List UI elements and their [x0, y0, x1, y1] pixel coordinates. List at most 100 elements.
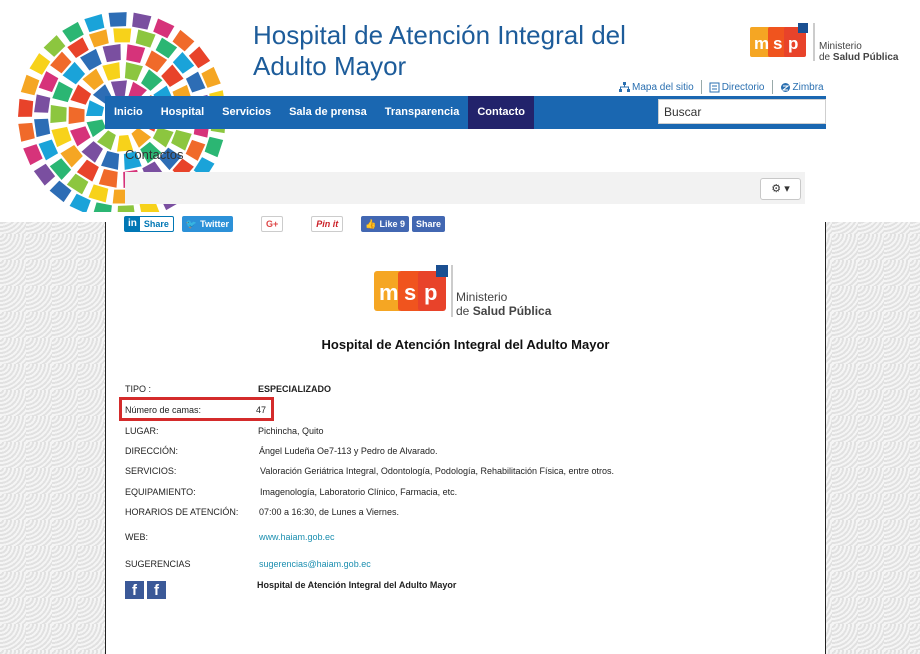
sunburst-segment: [98, 169, 118, 188]
sunburst-segment: [70, 126, 91, 147]
settings-dropdown-button[interactable]: ⚙ ▾: [760, 178, 801, 200]
hospital-name-heading[interactable]: Hospital de Atención Integral del Adulto…: [253, 20, 733, 82]
sunburst-segment: [204, 136, 224, 158]
facebook-share-button[interactable]: Share: [411, 216, 445, 232]
facebook-like-button[interactable]: 👍 Like 9: [361, 216, 409, 232]
sunburst-segment: [50, 105, 67, 124]
sunburst-segment: [51, 126, 72, 148]
nav-item-sala-de-prensa[interactable]: Sala de prensa: [280, 96, 376, 129]
nav-item-hospital[interactable]: Hospital: [152, 96, 213, 129]
sunburst-segment: [201, 66, 221, 88]
info-value-servicios: Valoración Geriátrica Integral, Odontolo…: [260, 466, 615, 476]
sunburst-segment: [68, 106, 85, 125]
sunburst-segment: [135, 29, 156, 48]
ministerio-salud-publica-logo[interactable]: m s p Ministerio de Salud Pública: [750, 21, 912, 65]
email-link[interactable]: sugerencias@haiam.gob.ec: [259, 559, 371, 569]
info-value-direccion: Ángel Ludeña Oe7-113 y Pedro de Alvarado…: [259, 446, 438, 456]
sunburst-segment: [102, 44, 121, 63]
ministry-line2-large: de Salud Pública: [456, 304, 552, 318]
info-value-equipamiento: Imagenología, Laboratorio Clínico, Farma…: [260, 487, 458, 497]
sunburst-segment: [93, 202, 112, 212]
sunburst-segment: [70, 84, 92, 105]
site-header: Hospital de Atención Integral del Adulto…: [0, 0, 920, 222]
sunburst-segment: [82, 68, 104, 91]
sunburst-segment: [124, 62, 143, 81]
svg-text:p: p: [424, 280, 437, 305]
info-label-lugar: LUGAR:: [125, 426, 159, 436]
page-title: Contactos: [125, 147, 184, 162]
ministerio-salud-publica-logo-large: m s p Ministerio de Salud Pública: [374, 265, 552, 318]
sunburst-segment: [88, 29, 109, 48]
sunburst-segment: [86, 100, 105, 116]
svg-text:m: m: [754, 34, 769, 53]
sunburst-segment: [34, 118, 51, 138]
info-label-sugerencias: SUGERENCIAS: [125, 559, 191, 569]
utility-links: Mapa del sitio Directorio Zimbra: [612, 80, 831, 94]
sunburst-segment: [69, 193, 91, 212]
pinterest-button[interactable]: Pin it: [311, 216, 344, 232]
sunburst-segment: [141, 69, 163, 91]
info-label-tipo: TIPO :: [125, 384, 152, 394]
twitter-icon: 🐦: [185, 218, 198, 229]
sunburst-segment: [153, 18, 175, 39]
sunburst-segment: [113, 28, 132, 43]
nav-item-inicio[interactable]: Inicio: [105, 96, 152, 129]
info-label-horarios: HORARIOS DE ATENCIÓN:: [125, 507, 239, 517]
zimbra-icon: [780, 82, 790, 92]
info-value-tipo: ESPECIALIZADO: [258, 384, 332, 394]
info-label-direccion: DIRECCIÓN:: [125, 446, 179, 456]
thumbs-up-icon: 👍: [365, 218, 377, 229]
sunburst-segment: [110, 80, 127, 97]
info-label-web: WEB:: [125, 532, 149, 542]
sunburst-segment: [101, 151, 120, 170]
facebook-icon[interactable]: f: [125, 581, 144, 599]
sitemap-link-label: Mapa del sitio: [632, 81, 694, 93]
ministry-line1: Ministerio: [819, 41, 862, 52]
zimbra-link[interactable]: Zimbra: [771, 80, 831, 94]
svg-text:s: s: [404, 280, 416, 305]
facebook-icon[interactable]: f: [147, 581, 166, 599]
zimbra-link-label: Zimbra: [792, 81, 824, 93]
info-label-servicios: SERVICIOS:: [125, 466, 177, 476]
sunburst-segment: [117, 205, 135, 212]
linkedin-icon: in: [125, 217, 140, 231]
nav-item-contacto[interactable]: Contacto: [468, 96, 534, 129]
search-input[interactable]: [658, 99, 826, 124]
nav-item-transparencia[interactable]: Transparencia: [376, 96, 469, 129]
sunburst-segment: [132, 12, 152, 30]
nav-item-servicios[interactable]: Servicios: [213, 96, 280, 129]
svg-text:p: p: [788, 34, 798, 53]
sitemap-icon: [619, 81, 630, 92]
hospital-name-line1: Hospital de Atención Integral del: [253, 20, 626, 50]
caret-down-icon: ▾: [784, 183, 790, 195]
sunburst-segment: [20, 74, 40, 96]
directory-link[interactable]: Directorio: [700, 80, 772, 94]
page-toolbar: ⚙ ▾: [125, 172, 805, 204]
sunburst-segment: [86, 119, 106, 138]
directory-link-label: Directorio: [721, 81, 765, 93]
google-plus-button[interactable]: G+: [260, 216, 284, 232]
sunburst-segment: [102, 62, 121, 81]
twitter-share-button[interactable]: 🐦 Twitter: [181, 216, 233, 232]
svg-text:s: s: [773, 34, 782, 53]
info-label-equipamiento: EQUIPAMIENTO:: [125, 487, 196, 497]
sitemap-link[interactable]: Mapa del sitio: [612, 80, 701, 94]
facebook-links: f f: [125, 581, 166, 599]
sunburst-segment: [126, 44, 146, 63]
hospital-name-line2: Adulto Mayor: [253, 51, 407, 81]
hospital-title: Hospital de Atención Integral del Adulto…: [321, 337, 610, 352]
social-share-bar: in Share 🐦 Twitter G+ Pin it 👍 Like 9 Sh…: [124, 215, 453, 233]
sunburst-segment: [81, 141, 103, 163]
sunburst-segment: [108, 12, 127, 27]
sunburst-segment: [23, 144, 43, 166]
linkedin-share-button[interactable]: in Share: [124, 216, 174, 232]
sunburst-segment: [152, 127, 174, 148]
hospital-footer-name: Hospital de Atención Integral del Adulto…: [257, 580, 457, 590]
sunburst-segment: [34, 94, 51, 113]
website-link[interactable]: www.haiam.gob.ec: [259, 532, 335, 542]
sunburst-segment: [29, 53, 51, 75]
ministry-line2: de Salud Pública: [819, 52, 899, 63]
sunburst-segment: [18, 98, 34, 117]
info-value-horarios: 07:00 a 16:30, de Lunes a Viernes.: [259, 507, 399, 517]
gear-icon: ⚙: [771, 183, 782, 195]
